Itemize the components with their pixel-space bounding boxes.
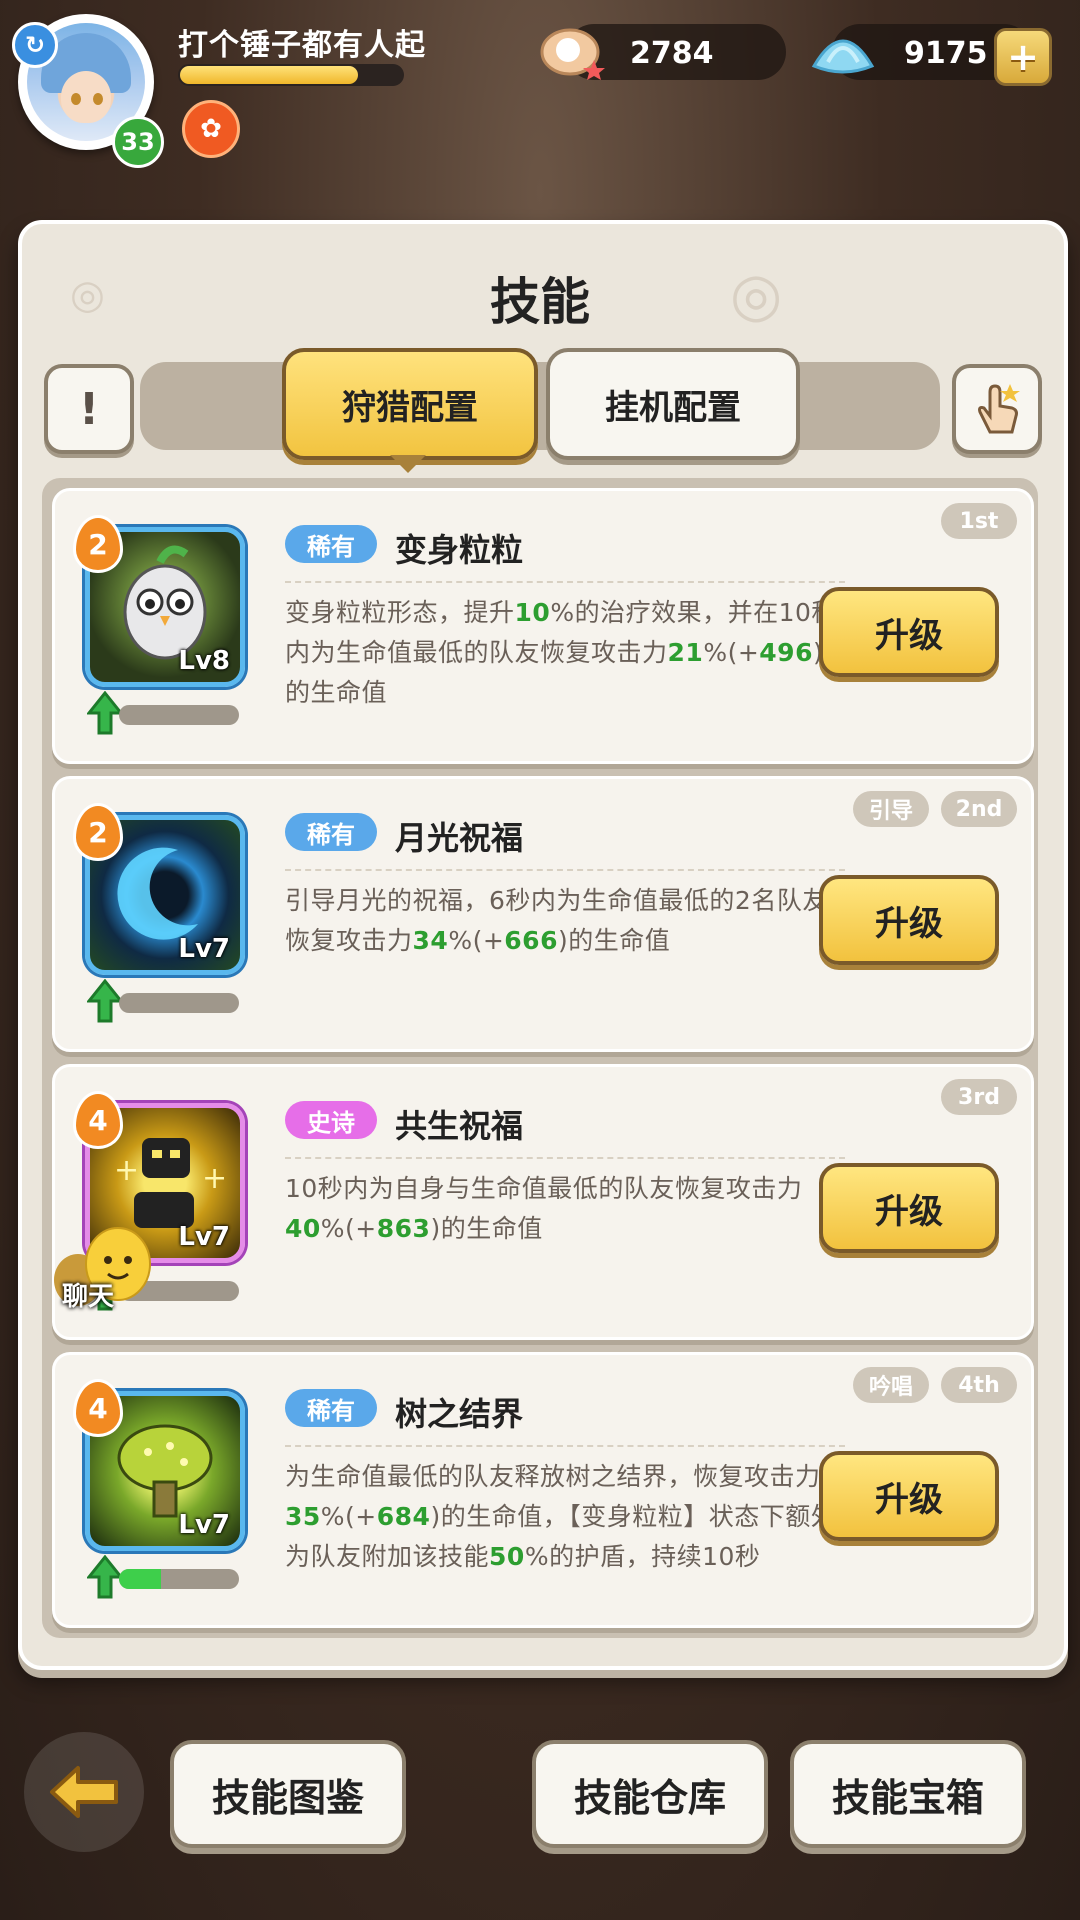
cast-type-badge: 引导 [853, 791, 929, 827]
skill-codex-button[interactable]: 技能图鉴 [170, 1740, 406, 1848]
skill-chest-button[interactable]: 技能宝箱 [790, 1740, 1026, 1848]
upgrade-button[interactable]: 升级 [819, 1163, 999, 1253]
blue-shell-icon [811, 39, 875, 74]
slot-rank: 3rd [941, 1079, 1017, 1115]
add-currency-button[interactable]: + [994, 28, 1052, 86]
divider [285, 869, 845, 871]
chat-label[interactable]: 聊天 [62, 1276, 114, 1313]
rarity-badge: 稀有 [285, 525, 377, 563]
star-level-badge: 4 [73, 1091, 123, 1149]
star-level-badge: 4 [73, 1379, 123, 1437]
star-level-badge: 2 [73, 515, 123, 573]
skill-description: 变身粒粒形态，提升10%的治疗效果，并在10秒内为生命值最低的队友恢复攻击力21… [285, 598, 837, 707]
back-button[interactable] [24, 1732, 144, 1852]
star-level-badge: 2 [73, 803, 123, 861]
skill-level: Lv7 [178, 1510, 230, 1540]
upgrade-arrow-icon [87, 1555, 123, 1599]
svg-text:+: + [114, 1153, 139, 1188]
player-name: 打个锤子都有人起 [178, 28, 426, 63]
divider [285, 581, 845, 583]
skill-card[interactable]: Lv7 4 稀有 树之结界 为生命值最低的队友释放树之结界，恢复攻击力35%(+… [52, 1352, 1034, 1628]
skill-description: 10秒内为自身与生命值最低的队友恢复攻击力40%(+863)的生命值 [285, 1174, 803, 1243]
skill-card[interactable]: Lv8 2 稀有 变身粒粒 变身粒粒形态，提升10%的治疗效果，并在10秒内为生… [52, 488, 1034, 764]
upgrade-button[interactable]: 升级 [819, 1451, 999, 1541]
pearl-count: 2784 [630, 36, 714, 71]
hand-icon [978, 384, 1020, 434]
upgrade-button[interactable]: 升级 [819, 875, 999, 965]
tab-hunting-config[interactable]: 狩猎配置 [282, 348, 538, 460]
upgrade-arrow-icon [87, 691, 123, 735]
hand-pointer-button[interactable] [952, 364, 1042, 454]
upgrade-button[interactable]: 升级 [819, 587, 999, 677]
skill-name: 月光祝福 [395, 819, 524, 857]
rarity-badge: 史诗 [285, 1101, 377, 1139]
rarity-badge: 稀有 [285, 1389, 377, 1427]
shard-progress-fill [119, 1569, 161, 1589]
skill-card[interactable]: Lv7 2 稀有 月光祝福 引导月光的祝福，6秒内为生命值最低的2名队友恢复攻击… [52, 776, 1034, 1052]
player-level-badge: 33 [112, 116, 164, 168]
svg-text:+: + [202, 1161, 227, 1196]
skill-card[interactable]: + + Lv7 4 史诗 共生祝福 10秒内为自身与生命值最低的队友恢复攻击力4… [52, 1064, 1034, 1340]
pearl-shell-icon [540, 28, 605, 80]
xp-bar-fill [180, 66, 358, 84]
skill-level: Lv7 [178, 1222, 230, 1252]
skill-description: 为生命值最低的队友释放树之结界，恢复攻击力35%(+684)的生命值，【变身粒粒… [285, 1462, 837, 1571]
shard-progress-bar [119, 705, 239, 725]
shard-progress-bar [119, 1569, 239, 1589]
upgrade-arrow-icon [87, 979, 123, 1023]
skill-name: 树之结界 [395, 1395, 524, 1433]
slot-rank: 2nd [941, 791, 1017, 827]
shell-count: 9175 [904, 36, 988, 71]
info-button[interactable]: ! [44, 364, 134, 454]
divider [285, 1445, 845, 1447]
slot-rank: 1st [941, 503, 1017, 539]
slot-rank: 4th [941, 1367, 1017, 1403]
rarity-badge: 稀有 [285, 813, 377, 851]
xp-bar [178, 64, 404, 86]
skill-warehouse-button[interactable]: 技能仓库 [532, 1740, 768, 1848]
divider [285, 1157, 845, 1159]
skill-level: Lv8 [178, 646, 230, 676]
skill-name: 共生祝福 [395, 1107, 524, 1145]
active-tab-pointer [390, 455, 426, 473]
refresh-icon[interactable]: ↻ [12, 22, 58, 68]
page-title: 技能 [490, 273, 590, 331]
skill-description: 引导月光的祝福，6秒内为生命值最低的2名队友恢复攻击力34%(+666)的生命值 [285, 886, 828, 955]
tab-track [140, 362, 940, 450]
tab-idle-config[interactable]: 挂机配置 [546, 348, 800, 460]
shard-progress-bar [119, 993, 239, 1013]
back-arrow-icon [50, 1766, 118, 1818]
skill-level: Lv7 [178, 934, 230, 964]
cast-type-badge: 吟唱 [853, 1367, 929, 1403]
skill-name: 变身粒粒 [395, 531, 524, 569]
guild-icon[interactable]: ✿ [182, 100, 240, 158]
